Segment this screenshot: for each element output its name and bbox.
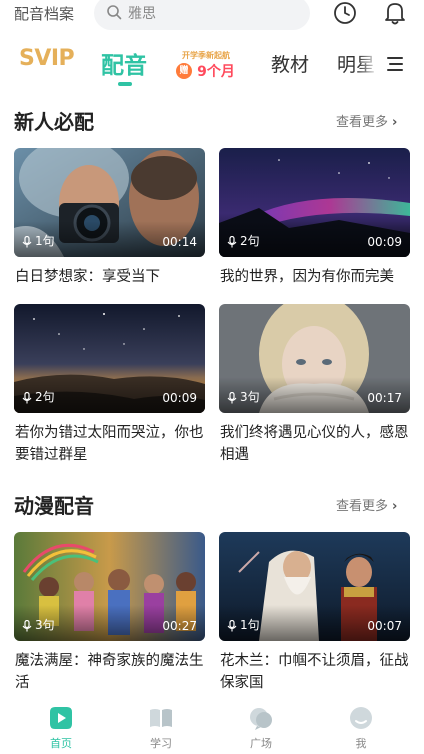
microphone-icon — [227, 235, 237, 247]
sentence-count-value: 2句 — [35, 390, 55, 404]
sentence-count: 3句 — [22, 616, 55, 633]
nav-plaza[interactable]: 广场 — [231, 704, 291, 751]
search-icon — [107, 5, 122, 20]
sentence-count-value: 1句 — [240, 618, 260, 632]
tab-fade-overlay — [358, 44, 388, 88]
sentence-count: 2句 — [22, 388, 55, 405]
video-title: 我们终将遇见心仪的人，感恩相遇 — [220, 425, 409, 463]
video-title: 白日梦想家：享受当下 — [15, 269, 160, 285]
bottom-navigation: 首页 学习 广场 我 — [0, 698, 424, 754]
tab-svip[interactable]: SVIP — [19, 46, 75, 71]
chat-bubble-icon — [250, 708, 272, 730]
see-more-label: 查看更多 — [336, 499, 389, 514]
see-more-label: 查看更多 — [336, 115, 389, 130]
promo-duration: 9个月 — [197, 63, 235, 80]
promo-main: 赠 9个月 — [176, 60, 235, 80]
see-more-newbie[interactable]: 查看更多 › — [336, 111, 397, 130]
microphone-icon — [22, 391, 32, 403]
video-card[interactable]: 1句 00:07 花木兰：巾帼不让须眉，征战保家国 — [219, 532, 410, 692]
video-duration: 00:27 — [162, 619, 197, 633]
sentence-count-value: 1句 — [35, 234, 55, 248]
history-clock-icon[interactable] — [332, 0, 358, 26]
book-icon — [150, 709, 172, 727]
category-tabs: SVIP 配音 开学季新起航 赠 9个月 教材 明星 — [0, 44, 424, 92]
nav-study[interactable]: 学习 — [131, 704, 191, 751]
video-card[interactable]: 3句 00:17 我们终将遇见心仪的人，感恩相遇 — [219, 304, 410, 464]
tab-menu-icon[interactable] — [386, 55, 404, 73]
video-card[interactable]: 2句 00:09 若你为错过太阳而哭泣，你也要错过群星 — [14, 304, 205, 464]
gift-badge: 赠 — [176, 62, 192, 79]
video-thumbnail: 1句 00:14 — [14, 148, 205, 257]
video-title: 花木兰：巾帼不让须眉，征战保家国 — [220, 653, 409, 691]
tab-dubbing[interactable]: 配音 — [101, 46, 147, 80]
section-title-newbie: 新人必配 — [14, 110, 94, 134]
video-card[interactable]: 3句 00:27 魔法满屋：神奇家族的魔法生活 — [14, 532, 205, 692]
section-title-anime: 动漫配音 — [14, 494, 94, 518]
sentence-count: 2句 — [227, 232, 260, 249]
nav-home[interactable]: 首页 — [31, 704, 91, 751]
video-title: 魔法满屋：神奇家族的魔法生活 — [15, 653, 204, 691]
video-duration: 00:17 — [367, 391, 402, 405]
nav-label: 首页 — [50, 737, 72, 750]
active-tab-indicator — [118, 82, 132, 86]
sentence-count-value: 3句 — [240, 390, 260, 404]
notification-bell-icon[interactable] — [382, 0, 408, 26]
video-thumbnail: 1句 00:07 — [219, 532, 410, 641]
tab-textbook[interactable]: 教材 — [271, 50, 309, 77]
chevron-right-icon: › — [392, 115, 398, 130]
sentence-count-value: 3句 — [35, 618, 55, 632]
profile-face-icon — [350, 707, 372, 729]
sentence-count: 3句 — [227, 388, 260, 405]
video-duration: 00:09 — [162, 391, 197, 405]
search-input[interactable]: 雅思 — [94, 0, 310, 30]
dubbing-archive-link[interactable]: 配音档案 — [14, 3, 74, 24]
promo-tab[interactable]: 开学季新起航 赠 9个月 — [176, 50, 242, 80]
video-card[interactable]: 2句 00:09 我的世界，因为有你而完美 — [219, 148, 410, 294]
video-thumbnail: 2句 00:09 — [14, 304, 205, 413]
microphone-icon — [227, 391, 237, 403]
sentence-count: 1句 — [227, 616, 260, 633]
home-play-icon — [50, 707, 72, 729]
microphone-icon — [227, 619, 237, 631]
chevron-right-icon: › — [392, 499, 398, 514]
see-more-anime[interactable]: 查看更多 › — [336, 495, 397, 514]
sentence-count: 1句 — [22, 232, 55, 249]
top-bar: 配音档案 雅思 — [0, 0, 424, 36]
microphone-icon — [22, 619, 32, 631]
nav-me[interactable]: 我 — [331, 704, 391, 751]
nav-label: 我 — [355, 737, 367, 750]
video-duration: 00:07 — [367, 619, 402, 633]
sentence-count-value: 2句 — [240, 234, 260, 248]
video-title: 我的世界，因为有你而完美 — [220, 269, 394, 285]
nav-label: 广场 — [250, 737, 272, 750]
video-title: 若你为错过太阳而哭泣，你也要错过群星 — [15, 425, 204, 463]
video-duration: 00:14 — [162, 235, 197, 249]
video-thumbnail: 3句 00:27 — [14, 532, 205, 641]
video-thumbnail: 2句 00:09 — [219, 148, 410, 257]
video-duration: 00:09 — [367, 235, 402, 249]
search-placeholder: 雅思 — [128, 6, 156, 22]
microphone-icon — [22, 235, 32, 247]
nav-label: 学习 — [150, 737, 172, 750]
video-thumbnail: 3句 00:17 — [219, 304, 410, 413]
video-card[interactable]: 1句 00:14 白日梦想家：享受当下 — [14, 148, 205, 294]
